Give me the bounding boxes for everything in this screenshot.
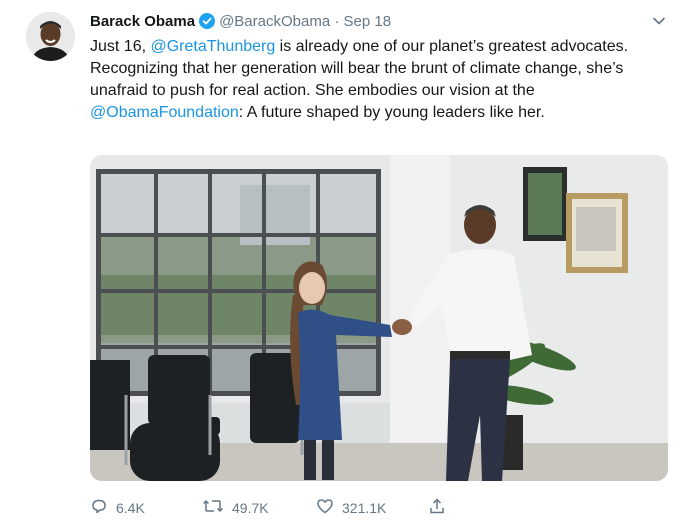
share-button[interactable] bbox=[428, 497, 454, 518]
meta-separator: · bbox=[330, 13, 344, 30]
like-button[interactable]: 321.1K bbox=[316, 497, 386, 518]
tweet-photo[interactable] bbox=[90, 155, 668, 481]
heart-icon bbox=[316, 497, 342, 518]
chevron-down-icon[interactable] bbox=[652, 14, 666, 33]
share-icon bbox=[428, 497, 454, 518]
author-name[interactable]: Barack Obama bbox=[90, 13, 195, 30]
mention-link[interactable]: @ObamaFoundation bbox=[90, 104, 239, 121]
tweet-date[interactable]: Sep 18 bbox=[344, 13, 392, 30]
like-count: 321.1K bbox=[342, 499, 387, 516]
reply-icon bbox=[90, 497, 116, 518]
mention-link[interactable]: @GretaThunberg bbox=[150, 38, 275, 55]
tweet-text: Just 16, @GretaThunberg is already one o… bbox=[90, 36, 655, 124]
author-handle[interactable]: @BarackObama bbox=[219, 13, 330, 30]
avatar[interactable] bbox=[26, 12, 75, 61]
retweet-count: 49.7K bbox=[232, 499, 269, 516]
reply-count: 6.4K bbox=[116, 499, 145, 516]
tweet-text-part: : A future shaped by young leaders like … bbox=[238, 104, 545, 121]
tweet-header: Barack Obama @BarackObama · Sep 18 bbox=[90, 12, 391, 35]
retweet-icon bbox=[202, 497, 232, 518]
tweet-text-part: Just 16, bbox=[90, 38, 151, 55]
reply-button[interactable]: 6.4K bbox=[90, 497, 145, 518]
retweet-button[interactable]: 49.7K bbox=[202, 497, 269, 518]
verified-badge-icon bbox=[199, 13, 216, 35]
